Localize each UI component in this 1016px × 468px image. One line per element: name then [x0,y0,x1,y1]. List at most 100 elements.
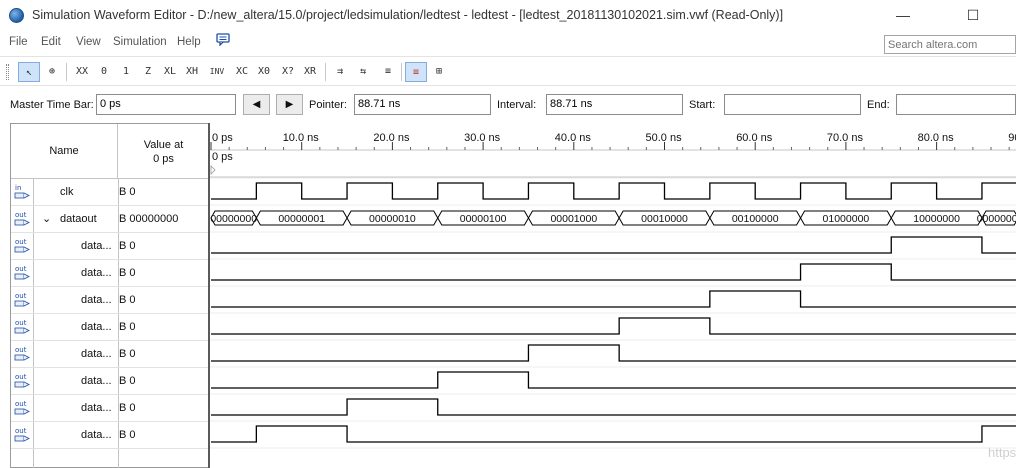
time-label: 70.0 ns [827,132,864,144]
signal-name: clk [60,186,74,198]
svg-text:out: out [15,427,27,435]
previous-transition-button[interactable]: ◀ [243,94,270,115]
svg-text:out: out [15,265,27,273]
maximize-button[interactable]: ☐ [950,4,996,26]
end-field[interactable] [896,94,1016,115]
window-title: Simulation Waveform Editor - D:/new_alte… [32,8,784,22]
quartus-app-icon [9,8,24,23]
interval-field[interactable]: 88.71 ns [546,94,683,115]
output-pin-icon: out [14,372,32,390]
expand-chevron-icon[interactable]: ⌄ [42,212,51,225]
svg-text:in: in [15,184,21,192]
signal-row[interactable]: out data... B 0 [11,341,209,368]
signal-name: data... [81,294,112,306]
toolbar-separator [325,63,326,81]
bus-segment-label: 00100000 [732,213,779,225]
count-value-icon[interactable]: XC [232,62,252,82]
name-column-header[interactable]: Name [11,124,118,179]
bus-segment-label: 00000001 [278,213,325,225]
end-label: End: [867,99,890,111]
comment-icon[interactable] [216,33,230,46]
grid-size-icon[interactable]: ⇆ [353,62,373,82]
signal-name: data... [81,375,112,387]
output-pin-icon: out [14,399,32,417]
minimize-button[interactable]: — [880,4,926,26]
start-label: Start: [689,99,716,111]
menu-view[interactable]: View [76,36,101,48]
svg-text:out: out [15,319,27,327]
clk-waveform [211,182,1016,200]
time-label: 80.0 ns [918,132,955,144]
master-time-bar-label: Master Time Bar: [10,99,94,111]
force-high-icon[interactable]: 1 [116,62,136,82]
bus-segment-label: 00000000 [210,213,257,225]
bus-segment-label: 10000000 [913,213,960,225]
start-field[interactable] [724,94,861,115]
signal-name: data... [81,267,112,279]
waveform-grid: Name Value at 0 ps in clk B 0 out ⌄ dataout B … [10,123,1016,468]
pointer-field[interactable]: 88.71 ns [354,94,491,115]
signal-value: B 00000000 [119,213,179,225]
time-ruler [210,123,1016,150]
signal-row[interactable]: out ⌄ dataout B 00000000 [11,206,209,233]
next-transition-button[interactable]: ▶ [276,94,303,115]
signal-value: B 0 [119,294,136,306]
output-pin-icon: out [14,291,32,309]
menu-file[interactable]: File [9,36,28,48]
bit-waveform [211,317,1016,335]
menu-help[interactable]: Help [177,36,201,48]
signal-value: B 0 [119,375,136,387]
master-time-bar-field[interactable]: 0 ps [96,94,236,115]
bit-waveform [211,371,1016,389]
svg-text:out: out [15,373,27,381]
random-value-icon[interactable]: XR [300,62,320,82]
toolbar-grip[interactable] [6,64,9,80]
menu-edit[interactable]: Edit [41,36,61,48]
weak-low-icon[interactable]: XL [160,62,180,82]
signal-value: B 0 [119,267,136,279]
arbitrary-value-icon[interactable]: X? [278,62,298,82]
high-impedance-icon[interactable]: Z [138,62,158,82]
zoom-tool-icon[interactable]: ⊕ [42,62,62,82]
signal-row[interactable]: out data... B 0 [11,233,209,260]
signal-name: data... [81,240,112,252]
signal-row[interactable]: out data... B 0 [11,368,209,395]
time-label: 30.0 ns [464,132,501,144]
snap-to-grid-icon[interactable]: ⇉ [330,62,350,82]
value-column-header[interactable]: Value at 0 ps [118,124,209,179]
signal-row[interactable]: out data... B 0 [11,260,209,287]
bit-waveform [211,290,1016,308]
signal-name: data... [81,429,112,441]
sort-icon[interactable]: ≡ [378,62,398,82]
signal-value: B 0 [119,240,136,252]
signal-row[interactable]: out data... B 0 [11,422,209,449]
bus-segment-label: 01000000 [823,213,870,225]
invert-icon[interactable]: INV [206,62,228,82]
cursor-marker-icon [210,165,216,175]
waveform-area[interactable]: 0 ps 10.0 ns 20.0 ns 30.0 ns 40.0 ns 50.0 ns 6… [208,123,1016,468]
selection-tool-icon[interactable]: ↖ [18,62,40,82]
signal-row[interactable]: out data... B 0 [11,287,209,314]
search-altera-input[interactable] [884,35,1016,54]
signal-value: B 0 [119,321,136,333]
signal-row[interactable]: out data... B 0 [11,314,209,341]
menu-simulation[interactable]: Simulation [113,36,167,48]
unknown-value-icon[interactable]: XX [72,62,92,82]
overlay-icon[interactable]: ⊞ [429,62,449,82]
signal-list-panel: Name Value at 0 ps in clk B 0 out ⌄ dataout B … [10,123,209,468]
bit-waveform [211,263,1016,281]
highlight-icon[interactable]: ≡ [405,62,427,82]
signal-value: B 0 [119,402,136,414]
bus-segment-label: 00000001 [977,213,1016,225]
output-pin-icon: out [14,318,32,336]
pointer-label: Pointer: [309,99,347,111]
waveform-canvas[interactable]: 0 ps 10.0 ns 20.0 ns 30.0 ns 40.0 ns 50.0 ns 6… [210,123,1016,468]
signal-row[interactable]: in clk B 0 [11,179,209,206]
svg-text:out: out [15,346,27,354]
bit-waveform [211,236,1016,254]
weak-high-icon[interactable]: XH [182,62,202,82]
signal-row[interactable]: out data... B 0 [11,395,209,422]
clock-value-icon[interactable]: X0 [254,62,274,82]
svg-text:out: out [15,292,27,300]
force-low-icon[interactable]: 0 [94,62,114,82]
